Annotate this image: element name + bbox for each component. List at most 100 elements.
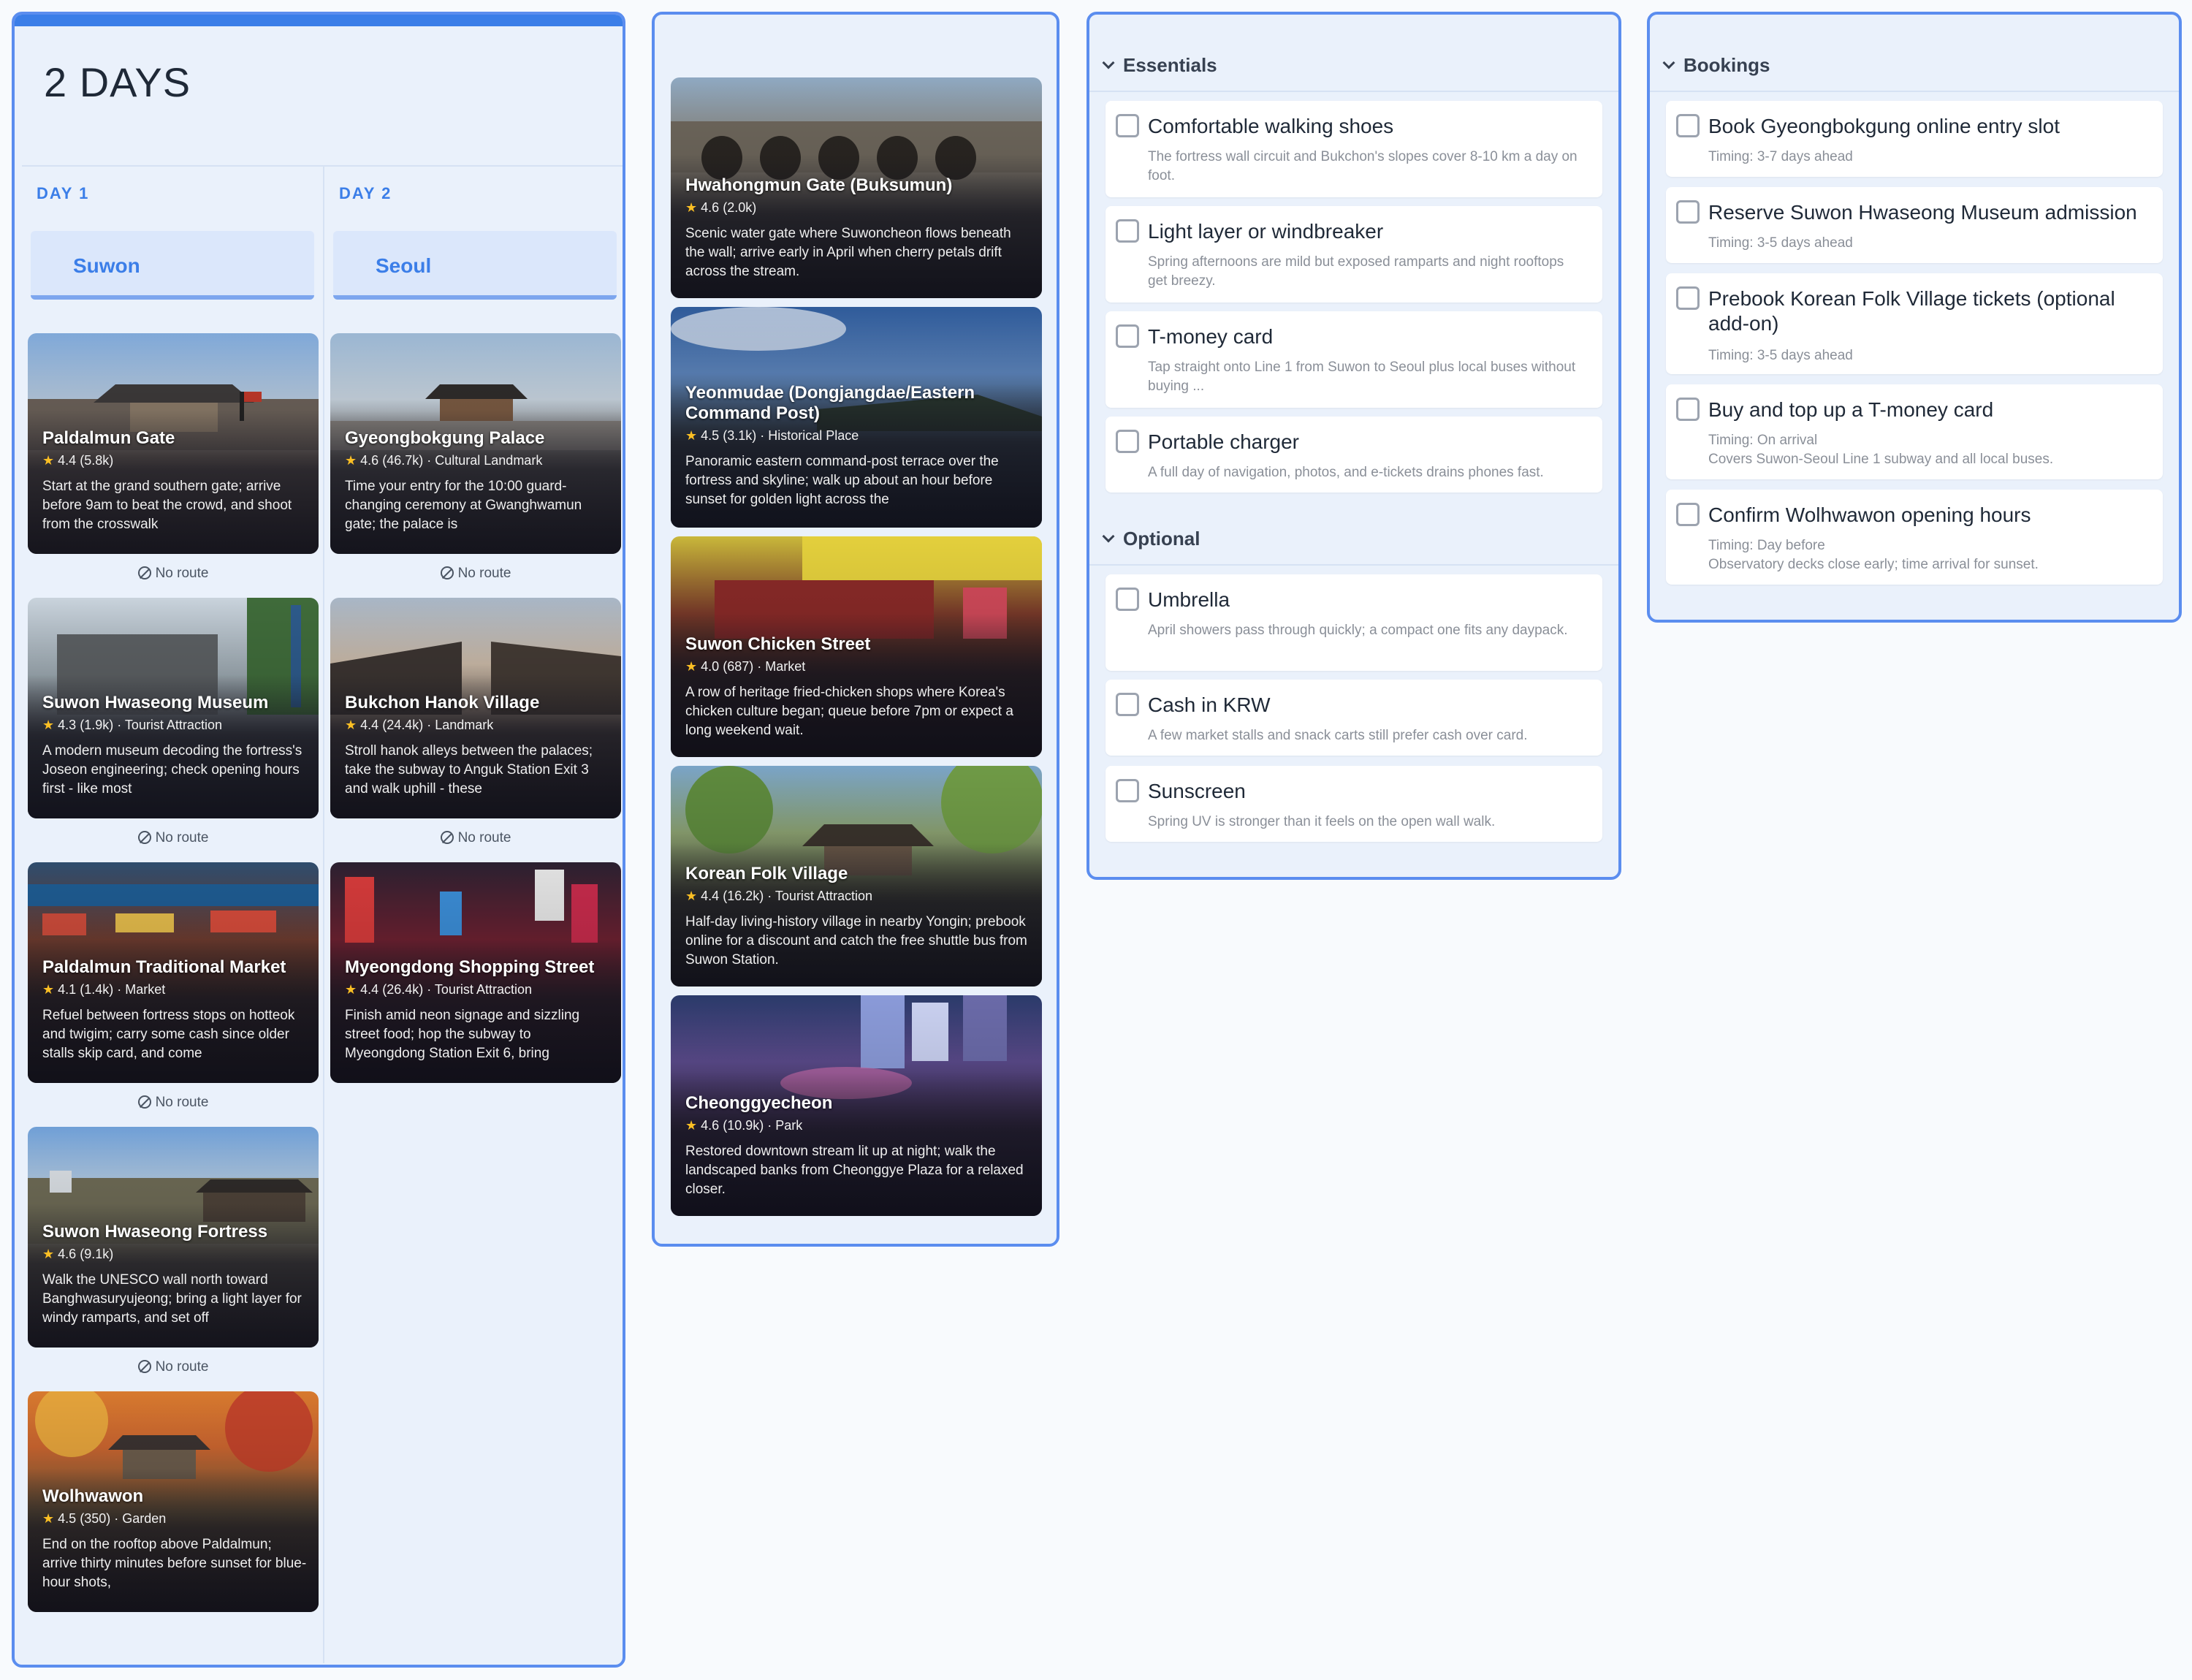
route-status[interactable]: No route: [28, 1095, 319, 1111]
route-label: No route: [155, 1359, 209, 1375]
place-name: Korean Folk Village: [685, 864, 848, 883]
star-icon: ★: [42, 453, 55, 468]
place-reviews: (350): [80, 1511, 111, 1526]
star-icon: ★: [42, 718, 55, 732]
unscheduled-places-panel: Hwahongmun Gate (Buksumun) ★ 4.6 (2.0k) …: [652, 12, 1059, 1247]
item-label: Cash in KRW: [1148, 693, 1271, 716]
no-route-icon: [440, 566, 454, 579]
checkbox[interactable]: [1676, 503, 1700, 526]
place-name: Paldalmun Traditional Market: [42, 957, 286, 977]
route-status[interactable]: No route: [28, 566, 319, 582]
place-card-suwon-hwaseong-museum[interactable]: Suwon Hwaseong Museum ★ 4.3 (1.9k) · Tou…: [28, 598, 319, 818]
booking-item: Confirm Wolhwawon opening hours Timing: …: [1666, 490, 2163, 585]
place-description: Restored downtown stream lit up at night…: [685, 1144, 1024, 1197]
checkbox[interactable]: [1116, 219, 1139, 243]
place-rating: 4.5: [58, 1511, 77, 1526]
star-icon: ★: [345, 453, 357, 468]
place-description: End on the rooftop above Paldalmun; arri…: [42, 1537, 307, 1590]
item-note: A few market stalls and snack carts stil…: [1148, 728, 1528, 743]
city-header-seoul[interactable]: Seoul: [333, 231, 617, 300]
booking-item: Reserve Suwon Hwaseong Museum admission …: [1666, 187, 2163, 263]
place-rating: 4.4: [58, 453, 77, 468]
checkbox[interactable]: [1676, 286, 1700, 310]
place-rating: 4.3: [58, 718, 77, 732]
booking-timing: Timing: 3-5 days ahead: [1708, 348, 1853, 363]
place-card-hwahongmun-gate[interactable]: Hwahongmun Gate (Buksumun) ★ 4.6 (2.0k) …: [671, 77, 1042, 298]
itinerary-title: 2 DAYS: [44, 59, 191, 105]
item-label: Sunscreen: [1148, 780, 1246, 802]
checklist-item: Cash in KRW A few market stalls and snac…: [1105, 680, 1602, 756]
section-header-essentials[interactable]: Essentials: [1089, 37, 1618, 92]
route-status[interactable]: No route: [28, 830, 319, 846]
place-description: Refuel between fortress stops on hotteok…: [42, 1008, 295, 1061]
place-category: · Historical Place: [760, 428, 859, 443]
place-card-yeonmudae[interactable]: Yeonmudae (Dongjangdae/Eastern Command P…: [671, 307, 1042, 528]
place-description: Stroll hanok alleys between the palaces;…: [345, 743, 593, 797]
checklist-item: Comfortable walking shoes The fortress w…: [1105, 101, 1602, 197]
checkbox[interactable]: [1676, 114, 1700, 137]
no-route-icon: [440, 831, 454, 844]
place-card-wolhwawon[interactable]: Wolhwawon ★ 4.5 (350) · Garden End on th…: [28, 1391, 319, 1612]
route-label: No route: [155, 566, 209, 581]
chevron-down-icon: [1102, 56, 1115, 69]
route-status[interactable]: No route: [330, 566, 621, 582]
place-name: Bukchon Hanok Village: [345, 693, 540, 712]
checkbox[interactable]: [1676, 398, 1700, 421]
place-category: · Park: [767, 1118, 803, 1133]
booking-timing: Timing: 3-5 days ahead: [1708, 235, 1853, 251]
place-card-gyeongbokgung-palace[interactable]: Gyeongbokgung Palace ★ 4.6 (46.7k) · Cul…: [330, 333, 621, 554]
section-header-optional[interactable]: Optional: [1089, 510, 1618, 566]
star-icon: ★: [685, 659, 698, 674]
no-route-icon: [137, 1095, 151, 1109]
route-status[interactable]: No route: [330, 830, 621, 846]
place-card-suwon-chicken-street[interactable]: Suwon Chicken Street ★ 4.0 (687) · Marke…: [671, 536, 1042, 757]
place-category: · Market: [757, 659, 806, 674]
city-header-suwon[interactable]: Suwon: [31, 231, 314, 300]
star-icon: ★: [42, 1511, 55, 1526]
checkbox[interactable]: [1676, 200, 1700, 224]
section-header-bookings[interactable]: Bookings: [1650, 37, 2179, 92]
place-description: Panoramic eastern command-post terrace o…: [685, 454, 999, 507]
place-card-suwon-hwaseong-fortress[interactable]: Suwon Hwaseong Fortress ★ 4.6 (9.1k) Wal…: [28, 1127, 319, 1348]
checkbox[interactable]: [1116, 779, 1139, 802]
star-icon: ★: [42, 982, 55, 997]
booking-timing: Timing: On arrival: [1708, 433, 1818, 448]
place-card-paldalmun-gate[interactable]: Paldalmun Gate ★ 4.4 (5.8k) Start at the…: [28, 333, 319, 554]
item-label: Book Gyeongbokgung online entry slot: [1708, 115, 2060, 137]
booking-timing: Timing: 3-7 days ahead: [1708, 149, 1853, 164]
item-label: T-money card: [1148, 325, 1274, 348]
place-name: Suwon Chicken Street: [685, 634, 871, 654]
star-icon: ★: [345, 982, 357, 997]
place-card-myeongdong-shopping-street[interactable]: Myeongdong Shopping Street ★ 4.4 (26.4k)…: [330, 862, 621, 1083]
place-card-cheonggyecheon[interactable]: Cheonggyecheon ★ 4.6 (10.9k) · Park Rest…: [671, 995, 1042, 1216]
checkbox[interactable]: [1116, 114, 1139, 137]
checkbox[interactable]: [1116, 430, 1139, 453]
checklist-item: Portable charger A full day of navigatio…: [1105, 417, 1602, 493]
star-icon: ★: [685, 200, 698, 215]
place-card-korean-folk-village[interactable]: Korean Folk Village ★ 4.4 (16.2k) · Tour…: [671, 766, 1042, 987]
bookings-panel: Bookings Book Gyeongbokgung online entry…: [1647, 12, 2182, 623]
place-rating: 4.6: [701, 1118, 720, 1133]
place-reviews: (1.4k): [80, 982, 114, 997]
place-reviews: (2.0k): [723, 200, 757, 215]
packing-list-panel: Essentials Comfortable walking shoes The…: [1087, 12, 1621, 880]
place-card-paldalmun-traditional-market[interactable]: Paldalmun Traditional Market ★ 4.1 (1.4k…: [28, 862, 319, 1083]
checkbox[interactable]: [1116, 324, 1139, 348]
route-status[interactable]: No route: [28, 1359, 319, 1375]
checklist-item: Sunscreen Spring UV is stronger than it …: [1105, 766, 1602, 842]
no-route-icon: [137, 1360, 151, 1373]
item-note: Spring afternoons are mild but exposed r…: [1148, 254, 1564, 289]
star-icon: ★: [345, 718, 357, 732]
place-card-bukchon-hanok-village[interactable]: Bukchon Hanok Village ★ 4.4 (24.4k) · La…: [330, 598, 621, 818]
booking-item: Buy and top up a T-money card Timing: On…: [1666, 384, 2163, 479]
checkbox[interactable]: [1116, 693, 1139, 716]
checklist-item: Light layer or windbreaker Spring aftern…: [1105, 206, 1602, 303]
place-reviews: (3.1k): [723, 428, 757, 443]
checkbox[interactable]: [1116, 588, 1139, 611]
city-name: Seoul: [376, 254, 432, 277]
star-icon: ★: [685, 1118, 698, 1133]
place-reviews: (24.4k): [382, 718, 424, 732]
place-reviews: (5.8k): [80, 453, 114, 468]
booking-note: Covers Suwon-Seoul Line 1 subway and all…: [1708, 452, 2054, 467]
item-note: The fortress wall circuit and Bukchon's …: [1148, 149, 1578, 183]
